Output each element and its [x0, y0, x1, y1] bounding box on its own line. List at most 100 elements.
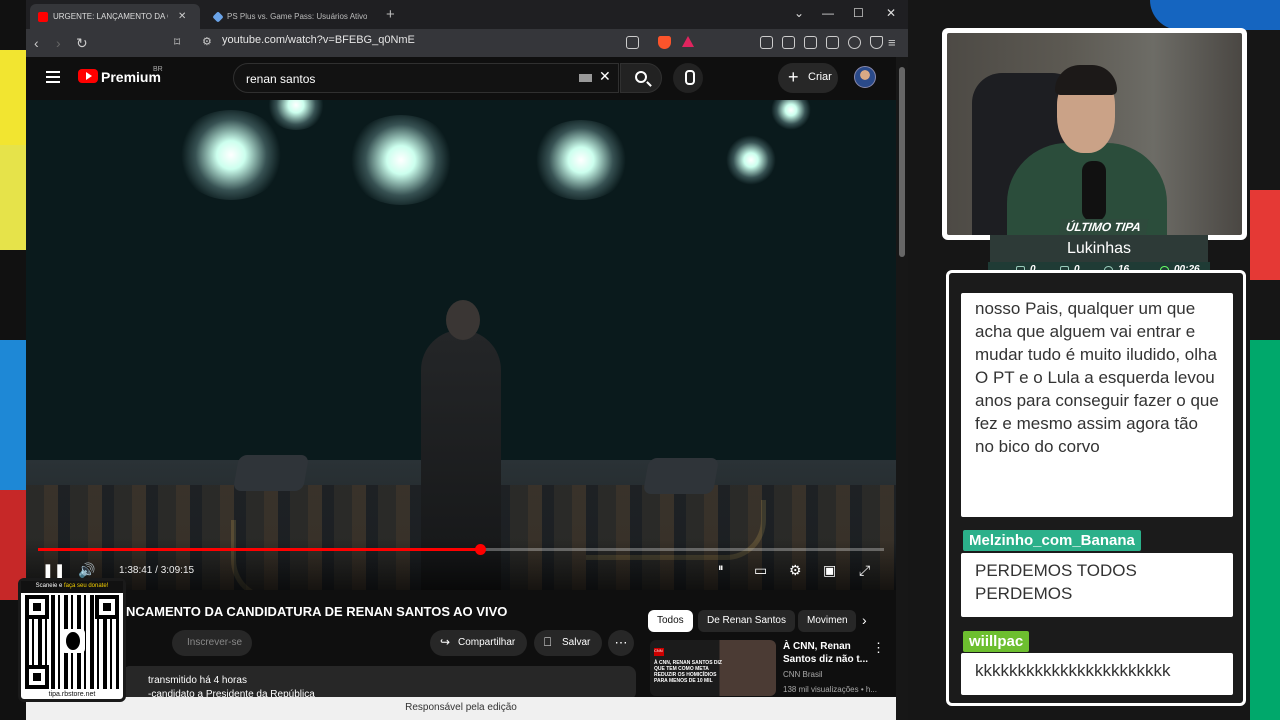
- chat-message: PERDEMOS TODOS PERDEMOS: [961, 553, 1233, 617]
- more-actions-button[interactable]: ⋯: [608, 630, 634, 656]
- search-button[interactable]: [620, 63, 662, 93]
- pause-icon[interactable]: ❚❚: [42, 562, 65, 579]
- forward-icon[interactable]: ›: [56, 35, 61, 51]
- share-button[interactable]: ↪ Compartilhar: [430, 630, 528, 656]
- menu-icon[interactable]: ≡: [888, 35, 896, 50]
- tab-title: PS Plus vs. Game Pass: Usuários Ativos -…: [227, 12, 367, 21]
- chip-movimento[interactable]: Movimen: [798, 610, 856, 632]
- bg-shape-red: [1250, 190, 1280, 280]
- sidebar-icon[interactable]: [804, 36, 817, 49]
- search-input[interactable]: renan santos: [233, 63, 619, 93]
- recommendation-thumbnail[interactable]: CNN À CNN, RENAN SANTOS DIZ QUE TEM COMO…: [650, 640, 776, 696]
- qr-finder: [25, 595, 49, 619]
- save-button[interactable]: ⎕ Salvar: [534, 630, 603, 656]
- description-box[interactable]: transmitido há 4 horas -candidato a Pres…: [122, 666, 636, 700]
- cast-icon[interactable]: [626, 36, 639, 49]
- youtube-logo-icon[interactable]: [78, 69, 98, 83]
- stage-monitor: [232, 455, 310, 491]
- stage-monitor: [642, 458, 720, 494]
- site-settings-icon[interactable]: ⚙: [202, 35, 212, 48]
- qr-code: [25, 595, 119, 689]
- video-details: NCAMENTO DA CANDIDATURA DE RENAN SANTOS …: [26, 590, 896, 700]
- leo-ai-icon[interactable]: [848, 36, 861, 49]
- bg-stripe-blue: [0, 340, 26, 490]
- chat-message: kkkkkkkkkkkkkkkkkkkkkkk: [961, 653, 1233, 695]
- stage-light: [726, 135, 776, 185]
- thumbnail-caption: À CNN, RENAN SANTOS DIZ QUE TEM COMO MET…: [654, 660, 722, 684]
- voice-search-button[interactable]: [673, 63, 703, 93]
- minimize-icon[interactable]: —: [822, 6, 834, 20]
- chat-username: wiillpac: [963, 631, 1030, 652]
- qr-url: tipa.rbstore.net: [48, 691, 96, 698]
- extensions-icon[interactable]: [760, 36, 773, 49]
- recommendation-views: 138 mil visualizações • h...: [783, 685, 877, 694]
- scroll-thumb[interactable]: [899, 67, 905, 257]
- tab-search-icon[interactable]: ⌄: [794, 6, 804, 20]
- speaker-head: [446, 300, 480, 340]
- miniplayer-icon[interactable]: ▣: [823, 562, 836, 579]
- avatar[interactable]: [854, 66, 876, 88]
- bg-stripe-yellow-2: [0, 145, 26, 250]
- vpn-icon[interactable]: [870, 36, 883, 49]
- wallet-icon[interactable]: [826, 36, 839, 49]
- guide-menu-icon[interactable]: [46, 71, 60, 83]
- page-scrollbar[interactable]: [896, 57, 908, 720]
- last-tip-label: ÚLTIMO TIPA: [1058, 219, 1149, 235]
- chevron-right-icon[interactable]: ›: [862, 612, 867, 628]
- autoplay-toggle-icon[interactable]: ⏸: [718, 562, 724, 575]
- subscribe-button[interactable]: Inscrever-se: [172, 630, 252, 656]
- close-window-icon[interactable]: ✕: [886, 6, 896, 20]
- cnn-logo: CNN: [654, 648, 664, 656]
- webcam-frame: [942, 28, 1247, 240]
- volume-icon[interactable]: 🔊: [78, 562, 95, 579]
- qr-header: Scaneie e faça seu donate!: [21, 581, 123, 593]
- tab-title: URGENTE: LANÇAMENTO DA CANI: [53, 12, 168, 21]
- create-button[interactable]: + Criar: [778, 63, 838, 93]
- last-tip-name: Lukinhas: [990, 235, 1208, 263]
- stage-light: [176, 110, 286, 200]
- donation-qr-card: Scaneie e faça seu donate! tipa.rbstore.…: [18, 578, 126, 702]
- tab-youtube[interactable]: URGENTE: LANÇAMENTO DA CANI ✕: [30, 4, 200, 29]
- recommendation-menu-icon[interactable]: ⋮: [872, 640, 885, 656]
- new-tab-icon[interactable]: +: [386, 6, 395, 23]
- chat-message: nosso Pais, qualquer um que acha que alg…: [961, 293, 1233, 517]
- progress-bar[interactable]: [38, 544, 884, 555]
- youtube-header: Premium BR renan santos ✕ + Criar: [26, 57, 896, 99]
- media-icon[interactable]: [782, 36, 795, 49]
- subtitles-icon[interactable]: ▭: [754, 562, 767, 579]
- reload-icon[interactable]: ↻: [76, 35, 88, 52]
- player-controls: ❚❚ 🔊 1:38:41 / 3:09:15 ⏸ ▭ ⚙ ▣ ⤢: [26, 540, 896, 590]
- url-field[interactable]: youtube.com/watch?v=BFEBG_q0NmE: [222, 34, 415, 46]
- tab-gemini[interactable]: PS Plus vs. Game Pass: Usuários Ativos -…: [206, 4, 376, 29]
- close-tab-icon[interactable]: ✕: [178, 11, 186, 22]
- qr-logo: [61, 629, 85, 653]
- progress-scrubber[interactable]: [474, 544, 486, 555]
- fullscreen-icon[interactable]: ⤢: [859, 562, 870, 579]
- maximize-icon[interactable]: ☐: [853, 6, 864, 20]
- video-player[interactable]: [26, 100, 896, 590]
- share-label: Compartilhar: [458, 637, 516, 648]
- search-icon: [635, 71, 647, 83]
- brave-shield-icon[interactable]: [658, 36, 671, 49]
- bookmark-icon: ⎕: [544, 635, 552, 649]
- keyboard-icon[interactable]: [579, 74, 592, 82]
- description-line: transmitido há 4 horas: [148, 675, 247, 686]
- stage-light: [531, 120, 631, 200]
- youtube-brand[interactable]: Premium: [101, 69, 161, 85]
- brave-rewards-icon[interactable]: [682, 36, 694, 47]
- region-code: BR: [153, 66, 163, 73]
- chip-all[interactable]: Todos: [648, 610, 693, 632]
- plus-icon: +: [788, 67, 799, 87]
- back-icon[interactable]: ‹: [34, 35, 39, 51]
- gemini-favicon-icon: [212, 10, 224, 23]
- recommendation-title[interactable]: À CNN, Renan Santos diz não t...: [783, 640, 868, 666]
- share-icon: ↪: [440, 635, 451, 649]
- clear-search-icon[interactable]: ✕: [599, 68, 611, 85]
- bookmark-icon[interactable]: ⌑: [174, 35, 180, 49]
- settings-icon[interactable]: ⚙: [789, 562, 802, 579]
- chip-renan-santos[interactable]: De Renan Santos: [698, 610, 795, 632]
- bg-stripe-yellow: [0, 50, 26, 145]
- stage-light: [346, 115, 456, 205]
- webcam-feed: [947, 33, 1242, 235]
- recommendation-channel[interactable]: CNN Brasil: [783, 670, 823, 679]
